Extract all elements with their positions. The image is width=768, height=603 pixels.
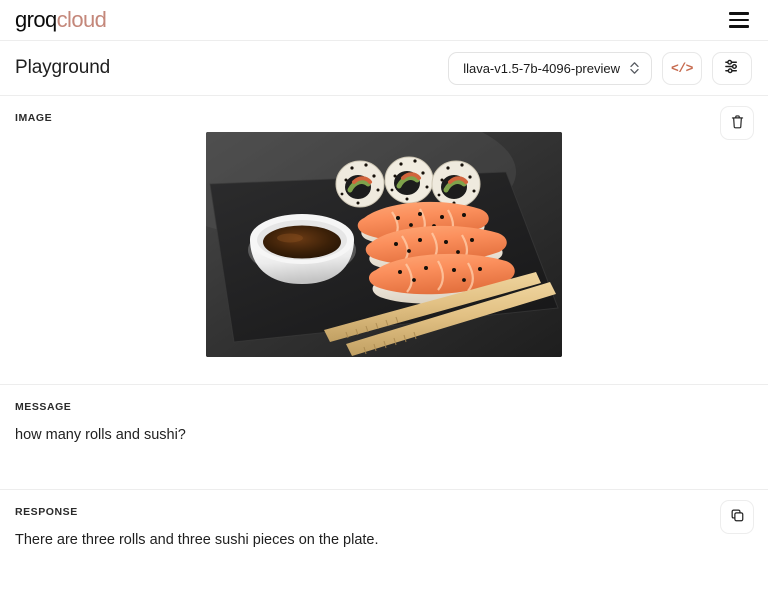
trash-icon xyxy=(730,114,745,133)
settings-parameters-button[interactable] xyxy=(712,51,752,85)
menu-bar-1 xyxy=(729,12,749,15)
view-code-button[interactable]: </> xyxy=(662,51,702,85)
copy-response-button[interactable] xyxy=(720,500,754,534)
image-section: IMAGE xyxy=(0,96,768,385)
model-selector-value: llava-v1.5-7b-4096-preview xyxy=(463,60,620,76)
header-actions: llava-v1.5-7b-4096-preview </> xyxy=(448,51,752,85)
image-preview-wrapper xyxy=(0,124,768,357)
delete-image-button[interactable] xyxy=(720,106,754,140)
groqcloud-logo[interactable]: groq cloud xyxy=(15,7,107,32)
copy-icon xyxy=(730,508,745,526)
model-selector[interactable]: llava-v1.5-7b-4096-preview xyxy=(448,51,652,85)
menu-bar-3 xyxy=(729,25,749,28)
message-section-label: MESSAGE xyxy=(15,401,72,413)
maki-rolls xyxy=(335,156,481,208)
menu-bar-2 xyxy=(729,18,749,22)
response-text: There are three rolls and three sushi pi… xyxy=(15,532,379,548)
logo-text-groq: groq xyxy=(15,7,57,32)
top-bar: groq cloud xyxy=(0,0,768,41)
uploaded-image-sushi xyxy=(206,132,562,357)
response-section: RESPONSE There are three rolls and three… xyxy=(0,490,768,603)
code-icon: </> xyxy=(671,60,693,76)
response-section-label: RESPONSE xyxy=(15,506,78,518)
chevron-up-down-icon xyxy=(630,61,639,75)
message-text[interactable]: how many rolls and sushi? xyxy=(0,413,768,445)
message-section: MESSAGE how many rolls and sushi? xyxy=(0,385,768,490)
page-title: Playground xyxy=(15,57,111,78)
sliders-icon xyxy=(724,58,741,78)
image-section-label: IMAGE xyxy=(15,112,53,124)
hamburger-menu-icon[interactable] xyxy=(726,7,752,33)
playground-header: Playground llava-v1.5-7b-4096-preview </… xyxy=(0,41,768,96)
logo-text-cloud: cloud xyxy=(56,7,107,32)
